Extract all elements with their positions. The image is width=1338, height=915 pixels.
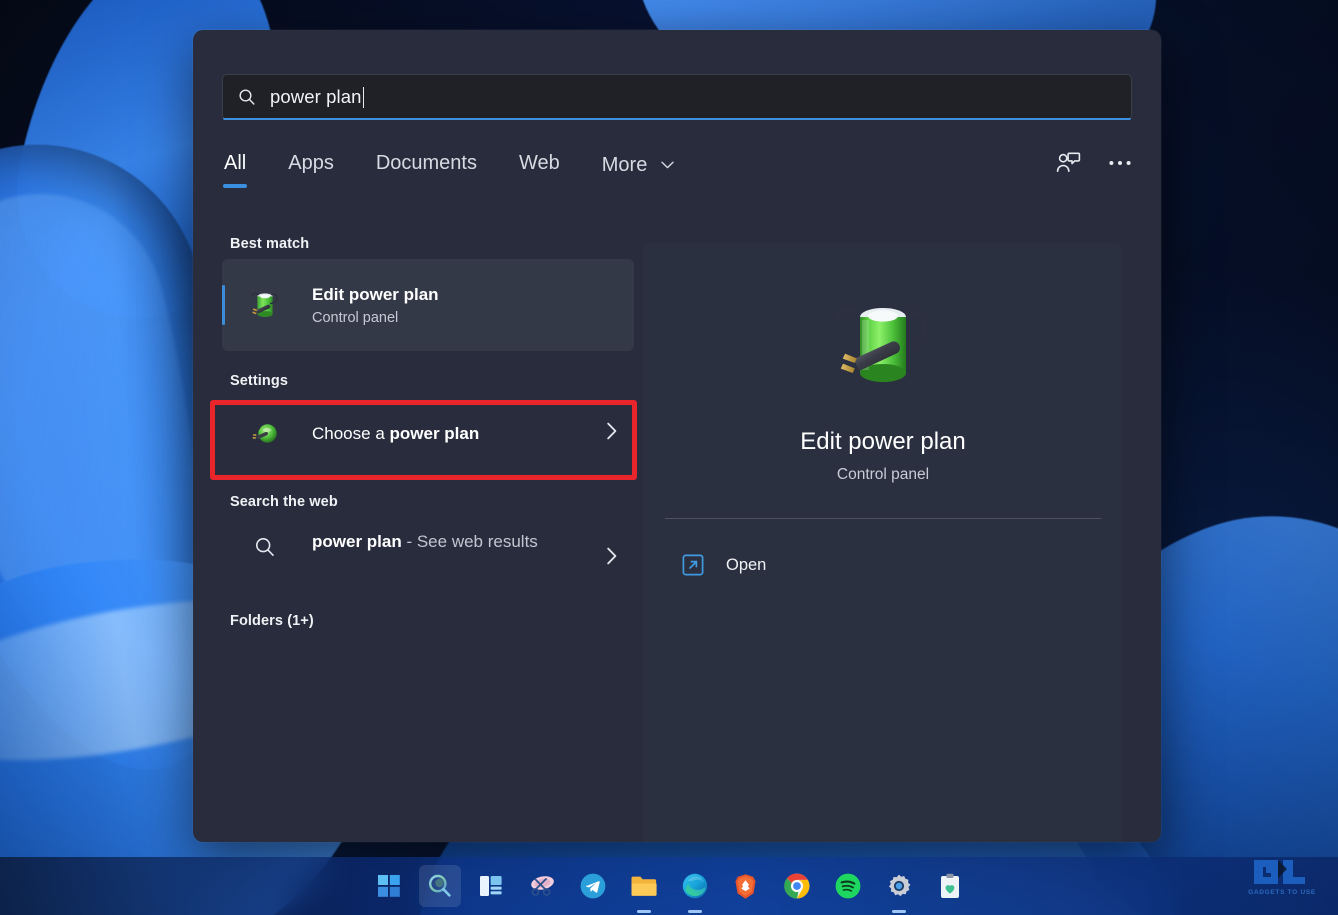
tab-more-label: More: [601, 154, 648, 176]
tab-more[interactable]: More: [600, 148, 676, 177]
chevron-right-icon: [606, 547, 618, 571]
clipboard-app-button[interactable]: [929, 865, 971, 907]
tab-documents[interactable]: Documents: [374, 148, 479, 175]
tab-documents-label: Documents: [375, 152, 477, 174]
result-title-prefix: Choose a: [312, 423, 390, 443]
tab-web-label: Web: [518, 152, 560, 174]
more-options-icon[interactable]: [1105, 148, 1135, 178]
taskbar: [0, 857, 1338, 915]
search-query-value: power plan: [270, 85, 362, 107]
chevron-right-icon: [606, 422, 618, 446]
text-cursor: [362, 86, 365, 108]
web-result-title: power plan - See web results: [312, 531, 596, 554]
result-item-text: Edit power plan Control panel: [312, 284, 618, 326]
result-item-text: power plan - See web results: [312, 531, 596, 554]
search-box-container[interactable]: power plan: [222, 74, 1132, 120]
chrome-button[interactable]: [776, 865, 818, 907]
result-title: Edit power plan: [312, 284, 439, 304]
telegram-button[interactable]: [572, 865, 614, 907]
tab-apps-label: Apps: [288, 152, 334, 174]
preview-subtitle: Control panel: [836, 466, 930, 483]
snipping-tool-icon: [530, 876, 554, 896]
start-button[interactable]: [368, 865, 410, 907]
results-list: Best match Edit power plan Control panel…: [222, 216, 634, 636]
section-header-folders: Folders (1+): [230, 613, 314, 629]
edge-icon: [682, 873, 707, 899]
search-button[interactable]: [418, 865, 461, 907]
gear-icon: [888, 874, 910, 897]
power-settings-icon: [244, 419, 286, 449]
running-indicator: [891, 910, 906, 913]
search-flyout-panel: power plan All Apps Documents Web More B…: [193, 30, 1161, 842]
filter-tabs: All Apps Documents Web More: [222, 148, 1135, 198]
tab-all[interactable]: All: [222, 148, 248, 175]
chrome-icon: [783, 873, 809, 899]
open-external-icon: [682, 554, 704, 576]
brave-icon: [735, 874, 756, 899]
spotify-button[interactable]: [827, 865, 869, 907]
watermark-logo: GADGETS TO USE: [1240, 851, 1324, 901]
result-item-web-search[interactable]: power plan - See web results: [222, 517, 634, 591]
feedback-icon[interactable]: [1053, 148, 1083, 178]
spotify-icon: [835, 873, 860, 899]
brave-button[interactable]: [725, 865, 767, 907]
result-title-bold: power plan: [389, 423, 480, 443]
search-icon: [244, 535, 286, 559]
widgets-icon: [479, 876, 502, 896]
widgets-button[interactable]: [470, 865, 512, 907]
result-item-choose-a-power-plan[interactable]: Choose a power plan: [222, 396, 634, 472]
result-title: Choose a power plan: [312, 423, 596, 445]
preview-action-label: Open: [726, 555, 767, 574]
section-header-settings: Settings: [230, 373, 288, 389]
snipping-tool-button[interactable]: [521, 865, 563, 907]
result-subtitle: Control panel: [312, 310, 399, 327]
gadgets-to-use-logo-icon: [1254, 859, 1305, 884]
settings-button[interactable]: [878, 865, 920, 913]
web-result-suffix: - See web results: [401, 532, 538, 551]
preview-title: Edit power plan: [800, 428, 966, 455]
running-indicator: [636, 910, 651, 913]
tab-web[interactable]: Web: [517, 148, 562, 175]
search-taskbar-icon: [428, 874, 451, 897]
running-indicator: [687, 910, 702, 913]
result-item-edit-power-plan[interactable]: Edit power plan Control panel: [222, 259, 634, 351]
windows-logo-icon: [377, 875, 400, 897]
power-plan-icon: [244, 286, 286, 324]
search-query-text: power plan: [270, 85, 365, 108]
preview-divider: [665, 518, 1101, 519]
results-area: Best match Edit power plan Control panel…: [193, 216, 1161, 842]
file-explorer-icon: [631, 876, 657, 896]
section-header-search-the-web: Search the web: [230, 494, 338, 510]
chevron-down-icon: [661, 152, 674, 175]
section-header-best-match: Best match: [230, 236, 310, 252]
edge-button[interactable]: [674, 865, 716, 913]
search-icon: [239, 89, 255, 105]
web-result-query: power plan: [312, 532, 402, 551]
preview-action-open[interactable]: Open: [665, 545, 1101, 585]
preview-panel: Edit power plan Control panel Open: [643, 243, 1123, 842]
result-item-text: Choose a power plan: [312, 423, 596, 445]
search-input[interactable]: power plan: [222, 74, 1132, 120]
watermark-text: GADGETS TO USE: [1248, 888, 1316, 896]
file-explorer-button[interactable]: [623, 865, 665, 913]
tab-apps[interactable]: Apps: [286, 148, 336, 175]
tab-all-label: All: [224, 152, 247, 174]
clipboard-icon: [940, 873, 959, 898]
telegram-icon: [580, 873, 605, 899]
power-plan-icon: [825, 287, 941, 408]
